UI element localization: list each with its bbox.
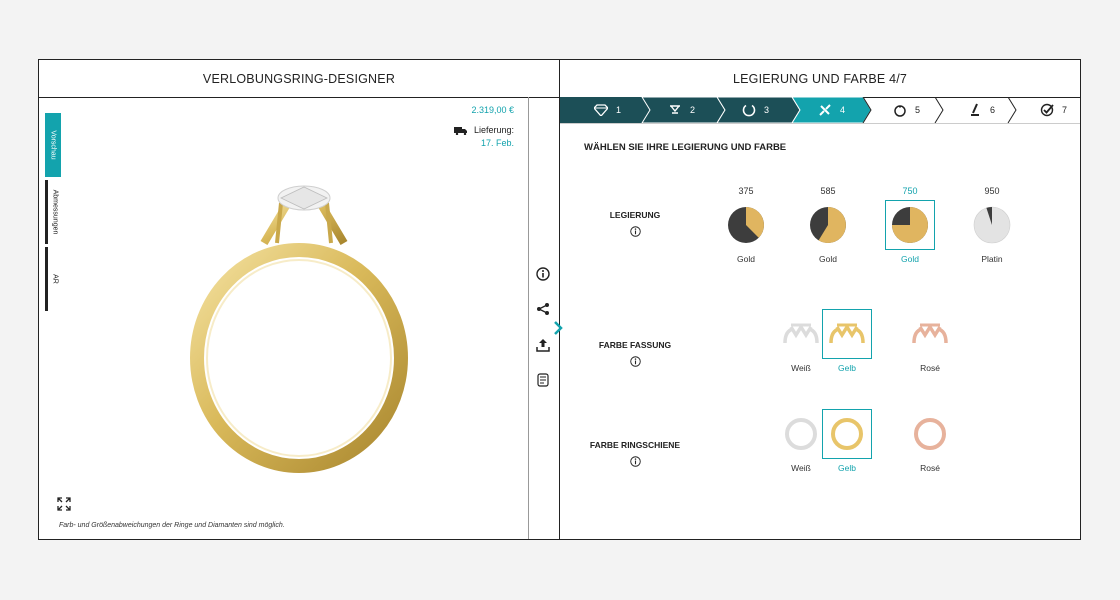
ring-stone-icon: [894, 105, 906, 117]
setting-option-gelb[interactable]: Gelb: [820, 309, 874, 373]
setting-gelb-swatch: [822, 309, 872, 359]
alloy-info-icon[interactable]: [629, 226, 641, 237]
alloy-585-label: 585: [820, 186, 836, 196]
step-1-num: 1: [616, 105, 622, 115]
setting-gelb-caption: Gelb: [838, 363, 856, 373]
step-5-num: 5: [915, 105, 921, 115]
alloy-750-caption: Gold: [901, 254, 919, 264]
ring-size-icon[interactable]: [536, 373, 550, 387]
shank-option-gelb[interactable]: Gelb: [820, 409, 874, 473]
setting-rose-caption: Rosé: [920, 363, 940, 373]
export-icon[interactable]: [536, 338, 550, 352]
preview-panel: VERLOBUNGSRING-DESIGNER Vorschau Abmessu…: [39, 60, 560, 539]
step-2[interactable]: 2: [668, 97, 695, 123]
step-6-num: 6: [990, 105, 996, 115]
setting-info-icon[interactable]: [629, 356, 641, 367]
check-icon: [1040, 103, 1054, 117]
options-panel: LEGIERUNG UND FARBE 4/7 1 2 3 4 5 6 7 WÄ…: [554, 60, 1080, 539]
step-5[interactable]: 5: [893, 97, 920, 123]
alloy-option-750[interactable]: 750 Gold: [883, 186, 937, 264]
alloy-label-text: LEGIERUNG: [609, 210, 661, 220]
tab-vorschau-label: Vorschau: [49, 130, 57, 160]
share-icon[interactable]: [536, 302, 550, 316]
price: 2.319,00 €: [471, 105, 514, 115]
section-title: WÄHLEN SIE IHRE LEGIERUNG UND FARBE: [584, 142, 787, 153]
delivery-info: Lieferung: 17. Feb.: [454, 125, 514, 148]
setting-option-rose[interactable]: Rosé: [903, 309, 957, 373]
configurator-frame: VERLOBUNGSRING-DESIGNER Vorschau Abmessu…: [38, 59, 1081, 540]
pie-375: [728, 207, 764, 243]
tab-abmessungen[interactable]: Abmessungen: [45, 180, 61, 244]
step-header: LEGIERUNG UND FARBE 4/7: [560, 60, 1080, 98]
alloy-750-label: 750: [902, 186, 918, 196]
pie-585: [810, 207, 846, 243]
tab-ar-label: AR: [51, 274, 58, 284]
alloy-375-caption: Gold: [737, 254, 755, 264]
shank-color-label-text: FARBE RINGSCHIENE: [589, 440, 681, 450]
alloy-375-label: 375: [738, 186, 754, 196]
setting-color-label: FARBE FASSUNG: [575, 340, 695, 367]
alloy-option-585[interactable]: 585 Gold: [801, 186, 855, 264]
alloy-label: LEGIERUNG: [575, 210, 695, 237]
step-3[interactable]: 3: [742, 97, 769, 123]
alloy-option-950[interactable]: 950 Platin: [965, 186, 1019, 264]
disclaimer: Farb- und Größenabweichungen der Ringe u…: [59, 522, 285, 529]
alloy-585-caption: Gold: [819, 254, 837, 264]
setting-color-label-text: FARBE FASSUNG: [598, 340, 672, 350]
step-7[interactable]: 7: [1040, 97, 1067, 123]
step-1[interactable]: 1: [594, 97, 621, 123]
engraving-icon: [971, 103, 979, 116]
setting-weiss-icon: [783, 323, 819, 344]
setting-gelb-icon: [829, 323, 865, 344]
alloy-950-caption: Platin: [981, 254, 1003, 264]
diamond-icon: [594, 104, 608, 116]
band-icon: [742, 104, 756, 117]
step-nav: 1 2 3 4 5 6 7: [560, 97, 1080, 124]
tab-ar[interactable]: AR: [45, 247, 61, 311]
step-4-num: 4: [840, 105, 846, 115]
shank-info-icon[interactable]: [629, 456, 641, 467]
alloy-750-pie: [885, 200, 935, 250]
shank-option-rose[interactable]: Rosé: [903, 409, 957, 473]
pie-950: [973, 206, 1011, 244]
delivery-date: 17. Feb.: [480, 138, 514, 149]
ring-viewer[interactable]: Vorschau Abmessungen AR 2.319,00 € Liefe…: [39, 97, 529, 539]
tab-vorschau[interactable]: Vorschau: [45, 113, 61, 177]
truck-icon: [454, 127, 468, 136]
alloy-option-375[interactable]: 375 Gold: [719, 186, 773, 264]
tab-abmessungen-label: Abmessungen: [51, 189, 58, 235]
step-7-num: 7: [1062, 105, 1068, 115]
expand-icon[interactable]: [57, 497, 71, 511]
setting-rose-swatch: [905, 309, 955, 359]
shank-gelb-icon: [831, 418, 863, 450]
setting-icon: [670, 105, 680, 114]
alloy-950-pie: [967, 200, 1017, 250]
setting-rose-icon: [912, 323, 948, 344]
step-2-num: 2: [690, 105, 696, 115]
preview-header: VERLOBUNGSRING-DESIGNER: [39, 60, 559, 98]
shank-rose-caption: Rosé: [920, 463, 940, 473]
shank-rose-icon: [914, 418, 946, 450]
shank-gelb-caption: Gelb: [838, 463, 856, 473]
delivery-label: Lieferung:: [473, 125, 514, 135]
shank-color-label: FARBE RINGSCHIENE: [575, 440, 695, 467]
ring-image: [190, 185, 408, 473]
setting-weiss-swatch: [776, 309, 826, 359]
alloy-375-pie: [721, 200, 771, 250]
tool-bar: [528, 97, 559, 539]
pie-750: [892, 207, 928, 243]
info-icon[interactable]: [536, 267, 550, 281]
alloy-585-pie: [803, 200, 853, 250]
shank-gelb-swatch: [822, 409, 872, 459]
shank-weiss-swatch: [776, 409, 826, 459]
alloy-color-icon: [819, 104, 831, 116]
shank-weiss-icon: [785, 418, 817, 450]
alloy-950-label: 950: [984, 186, 1000, 196]
step-6[interactable]: 6: [968, 97, 995, 123]
step-4[interactable]: 4: [818, 97, 845, 123]
collapse-chevron-icon[interactable]: [553, 321, 563, 335]
shank-rose-swatch: [905, 409, 955, 459]
step-3-num: 3: [764, 105, 770, 115]
